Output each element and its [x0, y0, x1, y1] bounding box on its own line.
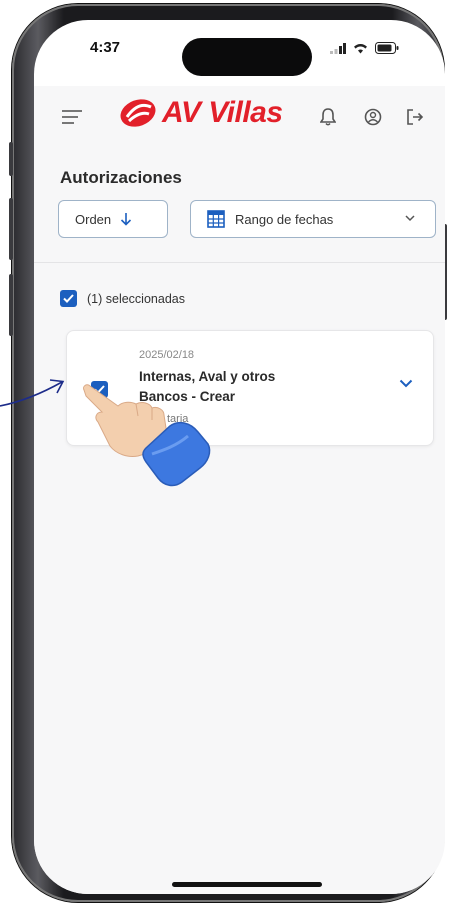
- battery-icon: [375, 42, 399, 54]
- status-icons: [330, 42, 399, 54]
- arrow-down-icon: [121, 213, 132, 226]
- wifi-icon: [354, 43, 367, 53]
- brand-name: AV Villas: [162, 96, 283, 129]
- chevron-down-icon: [405, 215, 415, 222]
- date-range-label: Rango de fechas: [235, 211, 334, 227]
- select-all-row: (1) seleccionadas: [60, 290, 185, 307]
- phone-frame: 4:37 AV Villas Autorizaciones Orden Rang…: [9, 4, 447, 902]
- signal-icon: [330, 42, 346, 54]
- select-all-checkbox[interactable]: [60, 290, 77, 307]
- pointer-arrow-icon: [0, 379, 65, 407]
- checkmark-icon: [63, 294, 74, 303]
- app-header: AV Villas: [34, 86, 445, 150]
- volume-up-button: [9, 198, 13, 260]
- dynamic-island: [182, 38, 312, 76]
- date-range-button[interactable]: Rango de fechas: [190, 200, 436, 238]
- status-time: 4:37: [90, 39, 121, 56]
- menu-icon[interactable]: [62, 110, 82, 124]
- chevron-down-icon[interactable]: [399, 379, 413, 388]
- logout-icon[interactable]: [406, 108, 424, 126]
- order-button-label: Orden: [75, 211, 112, 227]
- card-date: 2025/02/18: [139, 349, 195, 361]
- brand-logo-icon: [120, 99, 156, 127]
- bell-icon[interactable]: [320, 108, 336, 126]
- volume-down-button: [9, 274, 13, 336]
- tapping-hand-icon: [83, 384, 211, 487]
- mute-switch: [9, 142, 13, 176]
- brand-logo: AV Villas: [118, 96, 283, 130]
- calendar-icon: [207, 210, 225, 228]
- home-indicator: [172, 882, 322, 887]
- selected-count-label: (1) seleccionadas: [87, 291, 185, 306]
- main-content: Autorizaciones Orden Rango de fechas (1)…: [34, 150, 445, 894]
- page-title: Autorizaciones: [60, 168, 182, 187]
- divider: [34, 262, 445, 263]
- order-button[interactable]: Orden: [58, 200, 168, 238]
- account-icon[interactable]: [364, 108, 382, 126]
